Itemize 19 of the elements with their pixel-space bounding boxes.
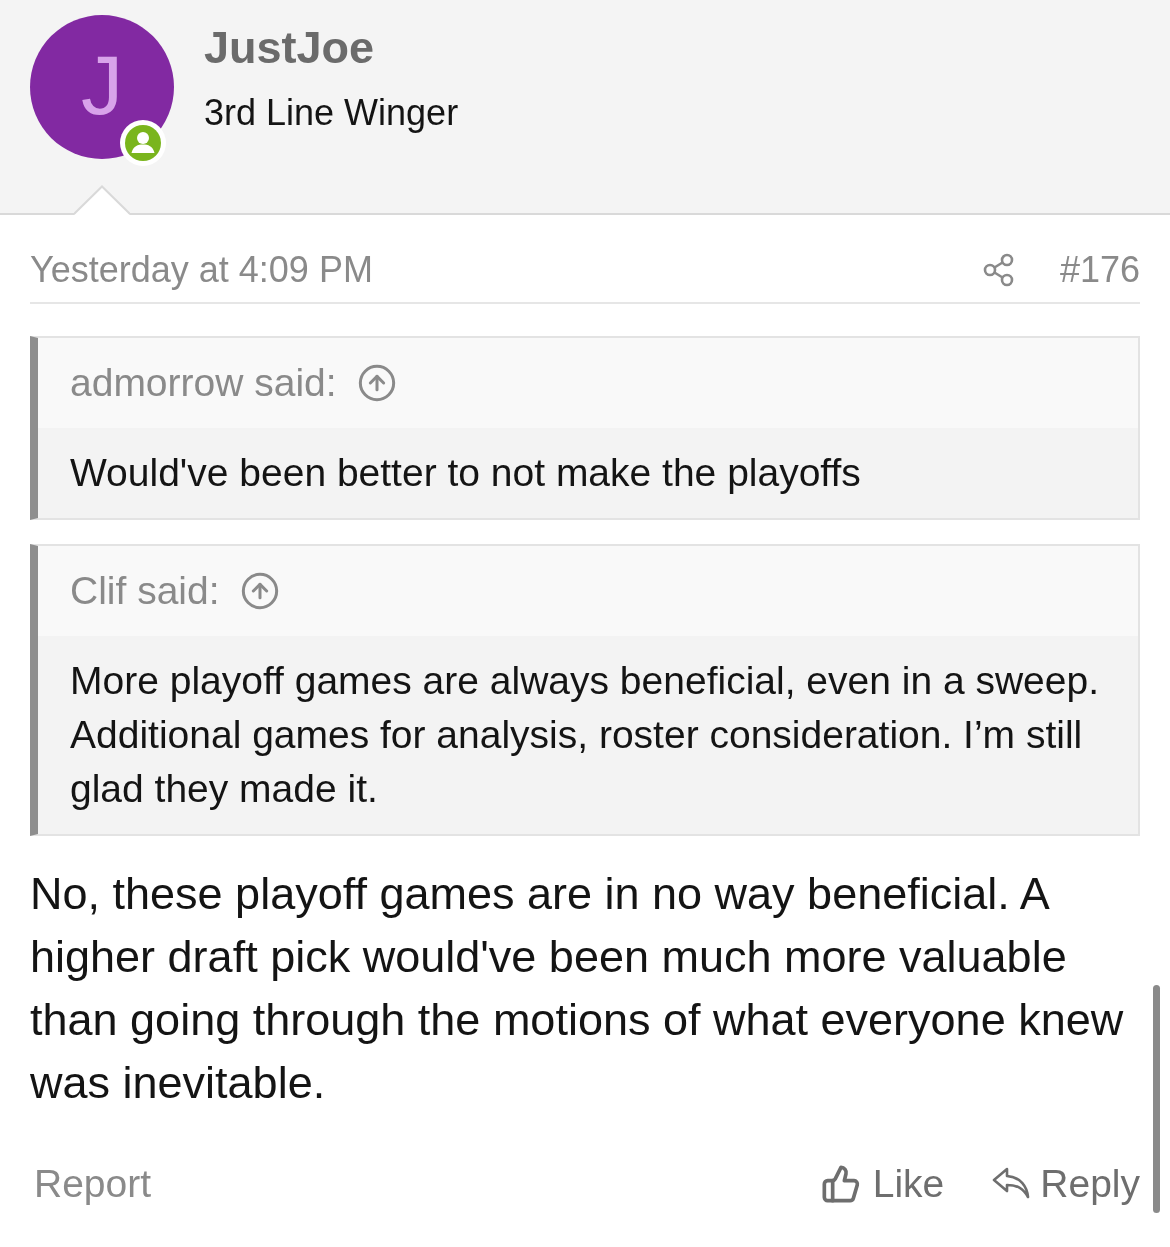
user-title: 3rd Line Winger (204, 92, 459, 134)
like-button[interactable]: Like (820, 1161, 945, 1207)
avatar[interactable]: J (30, 15, 174, 159)
quote-text: Would've been better to not make the playoffs (70, 450, 862, 496)
quote-attribution[interactable]: Clif said: (70, 568, 220, 614)
jump-up-icon[interactable] (239, 571, 280, 611)
quote-attribution[interactable]: admorrow said: (70, 360, 337, 406)
thumbs-up-icon (820, 1164, 861, 1204)
scrollbar[interactable] (1153, 985, 1160, 1213)
username[interactable]: JustJoe (204, 22, 459, 74)
quote-text: More playoff games are always beneficial, even in a sweep. Additional games for analysis, roster consideration. I’m still glad they made it. (70, 658, 1100, 812)
jump-up-icon[interactable] (356, 363, 397, 403)
reply-button[interactable]: Reply (992, 1161, 1140, 1207)
report-link[interactable]: Report (30, 1161, 152, 1207)
post-number[interactable]: #176 (1059, 249, 1140, 291)
post-timestamp[interactable]: Yesterday at 4:09 PM (30, 249, 373, 291)
user-badge-icon (120, 120, 166, 166)
post-message: No, these playoff games are in no way beneficial. A higher draft pick would've been much more valuable than going through the motions of what everyone knew was inevitable. (30, 867, 1125, 1110)
share-icon[interactable] (981, 253, 1016, 287)
